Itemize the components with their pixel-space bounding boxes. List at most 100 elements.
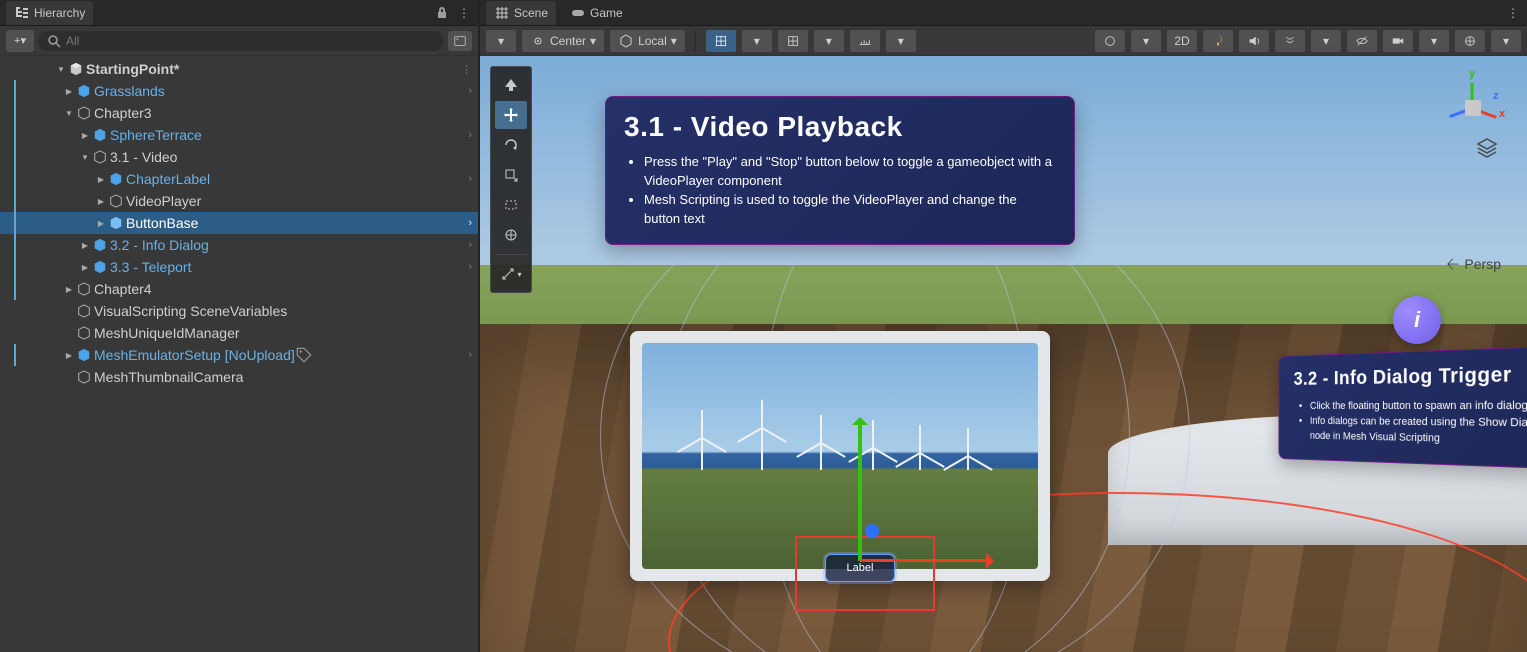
tree-item-label: VisualScripting SceneVariables: [94, 303, 287, 319]
perspective-label: Persp: [1464, 256, 1501, 272]
tree-item-label: Chapter3: [94, 105, 152, 121]
perspective-toggle[interactable]: Persp: [1446, 256, 1501, 272]
move-tool[interactable]: [495, 101, 527, 129]
tree-item-chapter3[interactable]: ▼ Chapter3: [0, 102, 478, 124]
foldout-icon[interactable]: ▶: [94, 175, 108, 184]
snap-button[interactable]: [778, 30, 808, 52]
tree-item-32infodialog[interactable]: ▶ 3.2 - Info Dialog ›: [0, 234, 478, 256]
pivot-mode-label: Center: [550, 34, 586, 48]
card-title: 3.1 - Video Playback: [624, 111, 1056, 143]
info-card-31: 3.1 - Video Playback Press the "Play" an…: [605, 96, 1075, 245]
gameobject-icon: [76, 326, 92, 340]
scene-tab-bar: Scene Game ⋮: [480, 0, 1527, 26]
increment-snap-button[interactable]: [850, 30, 880, 52]
hierarchy-tab[interactable]: Hierarchy: [6, 1, 93, 25]
orientation-gizmo[interactable]: y x z: [1435, 72, 1507, 144]
kebab-icon[interactable]: ⋮: [456, 5, 472, 21]
tree-item-label: MeshUniqueIdManager: [94, 325, 240, 341]
tree-item-33teleport[interactable]: ▶ 3.3 - Teleport ›: [0, 256, 478, 278]
gizmo-y-axis[interactable]: [858, 421, 862, 561]
tree-item-label: Chapter4: [94, 281, 152, 297]
tree-item-sphereterrace[interactable]: ▶ SphereTerrace ›: [0, 124, 478, 146]
gamepad-icon: [570, 5, 586, 21]
grid-snap-button[interactable]: [706, 30, 736, 52]
gizmo-x-axis[interactable]: [860, 559, 990, 562]
scene-tab-label: Scene: [514, 6, 548, 20]
search-mode-button[interactable]: [448, 31, 472, 51]
tree-item-label: 3.1 - Video: [110, 149, 177, 165]
search-input[interactable]: [66, 34, 436, 48]
search-icon: [46, 33, 62, 49]
tree-item-chapterlabel[interactable]: ▶ ChapterLabel ›: [0, 168, 478, 190]
scene-root[interactable]: ▼ StartingPoint* ⋮: [0, 58, 478, 80]
foldout-icon[interactable]: ▶: [94, 197, 108, 206]
tree-item-label: ChapterLabel: [126, 171, 210, 187]
scene-viewport[interactable]: ▾ 3.1 - Video Playback Press the "Play" …: [480, 56, 1527, 652]
tree-item-grasslands[interactable]: ▶ Grasslands ›: [0, 80, 478, 102]
foldout-icon[interactable]: ▶: [78, 263, 92, 272]
game-tab[interactable]: Game: [562, 1, 631, 25]
lock-icon[interactable]: [434, 5, 450, 21]
camera-dropdown-button[interactable]: ▾: [1419, 30, 1449, 52]
view-tool[interactable]: [495, 71, 527, 99]
hierarchy-search[interactable]: [38, 31, 444, 51]
card-bullet: Click the floating button to spawn an in…: [1310, 398, 1527, 415]
visibility-toggle[interactable]: [1347, 30, 1377, 52]
scene-tab[interactable]: Scene: [486, 1, 556, 25]
scale-tool[interactable]: [495, 161, 527, 189]
prefab-icon: [92, 238, 108, 252]
tree-item-chapter4[interactable]: ▶ Chapter4: [0, 278, 478, 300]
tool-dropdown-button[interactable]: ▾: [486, 30, 516, 52]
hierarchy-panel: Hierarchy ⋮ +▾ ▼ StartingPoint*: [0, 0, 480, 652]
foldout-icon[interactable]: ▶: [78, 241, 92, 250]
custom-tools[interactable]: ▾: [495, 260, 527, 288]
foldout-icon[interactable]: ▼: [54, 65, 68, 74]
fx-toggle[interactable]: [1275, 30, 1305, 52]
transform-tool[interactable]: [495, 221, 527, 249]
pivot-mode-button[interactable]: Center ▾: [522, 30, 604, 52]
tree-item-meshthumbnail[interactable]: MeshThumbnailCamera: [0, 366, 478, 388]
fx-dropdown-button[interactable]: ▾: [1311, 30, 1341, 52]
gizmos-dropdown-button[interactable]: ▾: [1491, 30, 1521, 52]
tree-item-meshuniqueid[interactable]: MeshUniqueIdManager: [0, 322, 478, 344]
tree-item-label: SphereTerrace: [110, 127, 202, 143]
scene-kebab-icon[interactable]: ⋮: [461, 63, 472, 76]
3d-button-label: Label: [847, 562, 874, 574]
foldout-icon[interactable]: ▶: [94, 219, 108, 228]
foldout-icon[interactable]: ▼: [78, 153, 92, 162]
tree-item-31video[interactable]: ▼ 3.1 - Video: [0, 146, 478, 168]
orient-mode-button[interactable]: Local ▾: [610, 30, 685, 52]
snap-dropdown-button[interactable]: ▾: [814, 30, 844, 52]
grid-dropdown-button[interactable]: ▾: [742, 30, 772, 52]
tree-item-videoplayer[interactable]: ▶ VideoPlayer: [0, 190, 478, 212]
foldout-icon[interactable]: ▶: [62, 351, 76, 360]
foldout-icon[interactable]: ▶: [78, 131, 92, 140]
audio-toggle[interactable]: [1239, 30, 1269, 52]
foldout-icon[interactable]: ▼: [62, 109, 76, 118]
2d-toggle[interactable]: 2D: [1167, 30, 1197, 52]
rotate-tool[interactable]: [495, 131, 527, 159]
tag-icon: [295, 346, 313, 364]
chevron-down-icon: ▾: [671, 34, 677, 48]
gizmos-button[interactable]: [1455, 30, 1485, 52]
tree-item-label: ButtonBase: [126, 215, 198, 231]
rect-tool[interactable]: [495, 191, 527, 219]
create-button[interactable]: +▾: [6, 30, 34, 52]
incsnap-dropdown-button[interactable]: ▾: [886, 30, 916, 52]
hierarchy-tree[interactable]: ▼ StartingPoint* ⋮ ▶ Grasslands › ▼ Chap…: [0, 56, 478, 652]
tree-item-meshemulator[interactable]: ▶ MeshEmulatorSetup [NoUpload] ›: [0, 344, 478, 366]
gizmo-z-axis[interactable]: [865, 524, 879, 538]
lighting-toggle[interactable]: [1203, 30, 1233, 52]
foldout-icon[interactable]: ▶: [62, 87, 76, 96]
game-tab-label: Game: [590, 6, 623, 20]
hierarchy-tab-label: Hierarchy: [34, 6, 85, 20]
draw-mode-button[interactable]: [1095, 30, 1125, 52]
prefab-icon: [92, 128, 108, 142]
kebab-icon[interactable]: ⋮: [1505, 5, 1521, 21]
draw-mode-dropdown-button[interactable]: ▾: [1131, 30, 1161, 52]
info-bubble[interactable]: i: [1393, 296, 1441, 344]
tree-item-buttonbase[interactable]: ▶ ButtonBase ›: [0, 212, 478, 234]
foldout-icon[interactable]: ▶: [62, 285, 76, 294]
tree-item-visualscripting[interactable]: VisualScripting SceneVariables: [0, 300, 478, 322]
camera-button[interactable]: [1383, 30, 1413, 52]
